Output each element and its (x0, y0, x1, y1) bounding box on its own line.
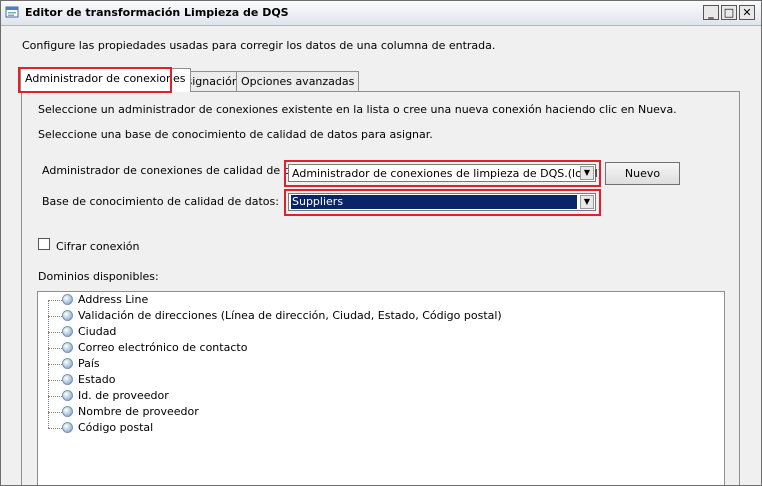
tab-advanced-options[interactable]: Opciones avanzadas (236, 71, 360, 91)
window-title: Editor de transformación Limpieza de DQS (25, 6, 289, 19)
dqs-cleansing-editor-window: Editor de transformación Limpieza de DQS… (0, 0, 762, 486)
domain-icon (62, 374, 73, 385)
tab-connection-manager[interactable]: Administrador de conexiones (20, 68, 191, 92)
encrypt-connection-checkbox[interactable] (38, 238, 50, 250)
app-window-icon (5, 6, 19, 18)
domain-label: Address Line (78, 293, 149, 306)
domains-tree[interactable]: Address Line Validación de direcciones (… (37, 291, 725, 485)
domain-label: Correo electrónico de contacto (78, 341, 248, 354)
knowledge-base-dropdown[interactable]: Suppliers ▼ (288, 193, 596, 211)
available-domains-label: Dominios disponibles: (38, 270, 159, 283)
domain-label: Validación de direcciones (Línea de dire… (78, 309, 502, 322)
domain-icon (62, 294, 73, 305)
encrypt-connection-label: Cifrar conexión (56, 240, 140, 253)
domain-label: Estado (78, 373, 116, 386)
title-bar[interactable]: Editor de transformación Limpieza de DQS… (1, 1, 761, 26)
domain-label: Ciudad (78, 325, 117, 338)
new-connection-button[interactable]: Nuevo (605, 162, 680, 185)
minimize-button[interactable]: _ (703, 5, 719, 20)
domain-icon (62, 406, 73, 417)
intro-text-1: Seleccione un administrador de conexione… (38, 103, 677, 116)
domain-icon (62, 326, 73, 337)
intro-text-2: Seleccione una base de conocimiento de c… (38, 128, 433, 141)
connection-manager-value: Administrador de conexiones de limpieza … (292, 167, 602, 180)
chevron-down-icon[interactable]: ▼ (580, 195, 594, 209)
domain-icon (62, 358, 73, 369)
connection-manager-dropdown[interactable]: Administrador de conexiones de limpieza … (288, 164, 602, 182)
domain-icon (62, 342, 73, 353)
domain-icon (62, 390, 73, 401)
close-button[interactable]: ✕ (739, 5, 755, 20)
domain-icon (62, 422, 73, 433)
knowledge-base-value: Suppliers (291, 195, 577, 209)
domain-label: Código postal (78, 421, 154, 434)
domain-label: Id. de proveedor (78, 389, 169, 402)
domain-label: País (78, 357, 100, 370)
maximize-button[interactable]: □ (721, 5, 737, 20)
domain-label: Nombre de proveedor (78, 405, 199, 418)
connection-manager-panel: Seleccione un administrador de conexione… (21, 91, 740, 485)
connection-manager-label: Administrador de conexiones de calidad d… (42, 164, 318, 177)
composite-domain-icon (62, 310, 73, 321)
knowledge-base-label: Base de conocimiento de calidad de datos… (42, 195, 279, 208)
window-description: Configure las propiedades usadas para co… (22, 39, 496, 52)
chevron-down-icon[interactable]: ▼ (580, 166, 594, 180)
